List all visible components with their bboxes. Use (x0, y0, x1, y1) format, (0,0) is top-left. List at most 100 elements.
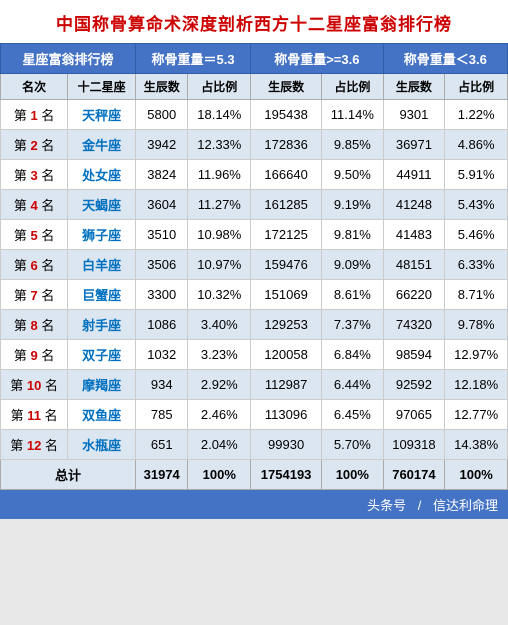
col-rank: 名次 (1, 74, 68, 100)
main-table: 星座富翁排行榜 称骨重量＝5.3 称骨重量>=3.6 称骨重量＜3.6 名次 十… (0, 43, 508, 490)
rank-suffix: 名 (41, 198, 54, 213)
rank-number: 9 (31, 348, 38, 363)
rank-cell: 第 3 名 (1, 160, 68, 190)
total-r1: 100% (188, 460, 251, 490)
rank-prefix: 第 (14, 288, 27, 303)
header-ranking: 星座富翁排行榜 (1, 44, 136, 74)
birth1-cell: 1086 (135, 310, 188, 340)
ratio1-cell: 2.04% (188, 430, 251, 460)
birth3-cell: 36971 (383, 130, 445, 160)
ratio3-cell: 5.43% (445, 190, 508, 220)
page-title: 中国称骨算命术深度剖析西方十二星座富翁排行榜 (0, 0, 508, 43)
ratio3-cell: 12.77% (445, 400, 508, 430)
birth3-cell: 98594 (383, 340, 445, 370)
total-b2: 1754193 (251, 460, 322, 490)
col-birth2: 生辰数 (251, 74, 322, 100)
birth2-cell: 129253 (251, 310, 322, 340)
birth3-cell: 41248 (383, 190, 445, 220)
rank-number: 8 (31, 318, 38, 333)
star-name-cell: 双子座 (68, 340, 136, 370)
ratio1-cell: 3.40% (188, 310, 251, 340)
total-row: 总计 31974 100% 1754193 100% 760174 100% (1, 460, 508, 490)
rank-suffix: 名 (41, 258, 54, 273)
ratio2-cell: 5.70% (322, 430, 383, 460)
birth2-cell: 172836 (251, 130, 322, 160)
birth1-cell: 3942 (135, 130, 188, 160)
table-row: 第 1 名天秤座580018.14%19543811.14%93011.22% (1, 100, 508, 130)
ratio2-cell: 9.81% (322, 220, 383, 250)
birth1-cell: 651 (135, 430, 188, 460)
rank-prefix: 第 (10, 438, 23, 453)
rank-prefix: 第 (14, 108, 27, 123)
table-row: 第 3 名处女座382411.96%1666409.50%449115.91% (1, 160, 508, 190)
birth1-cell: 3300 (135, 280, 188, 310)
rank-cell: 第 9 名 (1, 340, 68, 370)
ratio3-cell: 9.78% (445, 310, 508, 340)
rank-cell: 第 10 名 (1, 370, 68, 400)
table-row: 第 10 名摩羯座9342.92%1129876.44%9259212.18% (1, 370, 508, 400)
table-row: 第 11 名双鱼座7852.46%1130966.45%9706512.77% (1, 400, 508, 430)
ratio2-cell: 6.45% (322, 400, 383, 430)
col-birth1: 生辰数 (135, 74, 188, 100)
rank-suffix: 名 (41, 228, 54, 243)
rank-prefix: 第 (14, 228, 27, 243)
star-name-cell: 处女座 (68, 160, 136, 190)
col-ratio1: 占比例 (188, 74, 251, 100)
rank-cell: 第 4 名 (1, 190, 68, 220)
birth2-cell: 166640 (251, 160, 322, 190)
col-birth3: 生辰数 (383, 74, 445, 100)
star-name-cell: 天蝎座 (68, 190, 136, 220)
table-body: 第 1 名天秤座580018.14%19543811.14%93011.22%第… (1, 100, 508, 460)
rank-cell: 第 2 名 (1, 130, 68, 160)
ratio1-cell: 11.27% (188, 190, 251, 220)
rank-number: 6 (31, 258, 38, 273)
star-name-cell: 水瓶座 (68, 430, 136, 460)
ratio1-cell: 3.23% (188, 340, 251, 370)
rank-number: 1 (31, 108, 38, 123)
ratio3-cell: 12.97% (445, 340, 508, 370)
rank-suffix: 名 (41, 108, 54, 123)
rank-suffix: 名 (45, 408, 58, 423)
ratio2-cell: 6.44% (322, 370, 383, 400)
birth1-cell: 5800 (135, 100, 188, 130)
ratio1-cell: 11.96% (188, 160, 251, 190)
ratio1-cell: 2.92% (188, 370, 251, 400)
birth3-cell: 66220 (383, 280, 445, 310)
rank-number: 3 (31, 168, 38, 183)
ratio2-cell: 11.14% (322, 100, 383, 130)
birth1-cell: 3506 (135, 250, 188, 280)
rank-number: 4 (31, 198, 38, 213)
rank-cell: 第 8 名 (1, 310, 68, 340)
birth1-cell: 3604 (135, 190, 188, 220)
ratio1-cell: 10.97% (188, 250, 251, 280)
header-group3: 称骨重量＜3.6 (383, 44, 507, 74)
rank-number: 12 (27, 438, 41, 453)
birth2-cell: 161285 (251, 190, 322, 220)
rank-cell: 第 5 名 (1, 220, 68, 250)
rank-number: 7 (31, 288, 38, 303)
rank-prefix: 第 (11, 408, 24, 423)
rank-number: 2 (31, 138, 38, 153)
rank-number: 11 (27, 408, 41, 423)
birth2-cell: 195438 (251, 100, 322, 130)
rank-suffix: 名 (41, 138, 54, 153)
page-wrapper: 中国称骨算命术深度剖析西方十二星座富翁排行榜 星座富翁排行榜 称骨重量＝5.3 … (0, 0, 508, 519)
birth3-cell: 48151 (383, 250, 445, 280)
group-header-row: 星座富翁排行榜 称骨重量＝5.3 称骨重量>=3.6 称骨重量＜3.6 (1, 44, 508, 74)
ratio3-cell: 12.18% (445, 370, 508, 400)
birth2-cell: 113096 (251, 400, 322, 430)
total-label: 总计 (1, 460, 136, 490)
star-name-cell: 金牛座 (68, 130, 136, 160)
rank-cell: 第 12 名 (1, 430, 68, 460)
rank-cell: 第 7 名 (1, 280, 68, 310)
rank-prefix: 第 (14, 138, 27, 153)
birth2-cell: 99930 (251, 430, 322, 460)
birth1-cell: 785 (135, 400, 188, 430)
header-group2: 称骨重量>=3.6 (251, 44, 383, 74)
rank-suffix: 名 (41, 318, 54, 333)
birth3-cell: 92592 (383, 370, 445, 400)
birth1-cell: 1032 (135, 340, 188, 370)
rank-prefix: 第 (14, 318, 27, 333)
footer-bar: 头条号 / 信达利命理 (0, 490, 508, 519)
total-b1: 31974 (135, 460, 188, 490)
